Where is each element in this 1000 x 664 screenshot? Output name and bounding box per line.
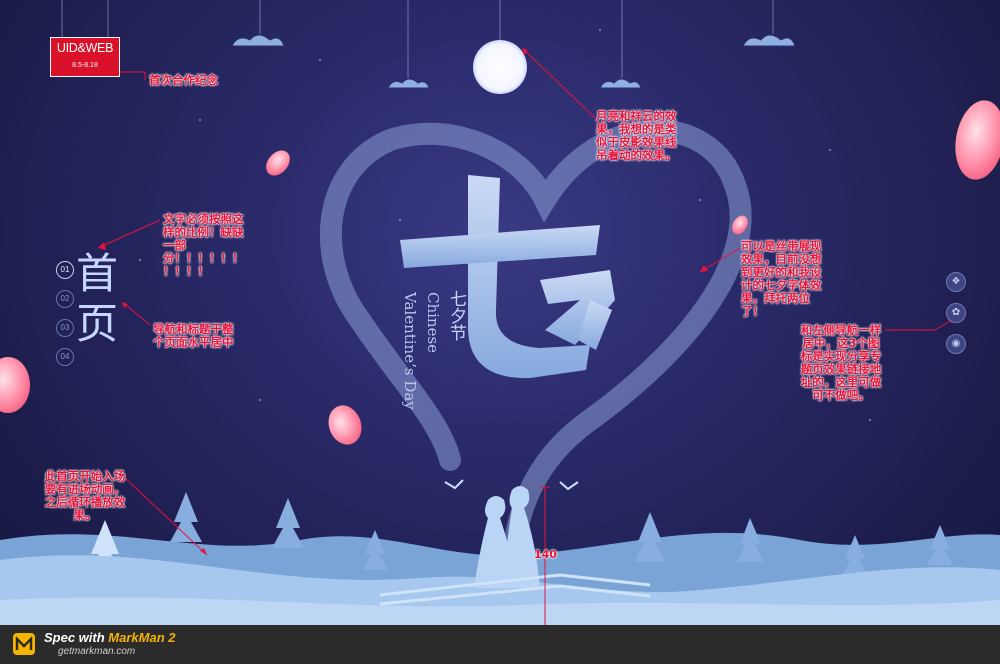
qq-share-button[interactable]: ✿ (946, 303, 966, 323)
share-annotation: 和左侧导航一样 居中，这3个图 标是实现分享专 题页效果链接地 址的，这里可做 可不做… (800, 323, 882, 402)
nav-annotation: 导航和标题于整 个页面水平居中 (153, 322, 234, 349)
markman-footer: Spec with MarkMan 2 getmarkman.com (0, 625, 1000, 664)
nav-item-02[interactable]: 02 (56, 290, 74, 308)
weibo-icon: ◉ (951, 338, 961, 349)
spec-label: Spec with MarkMan 2 (44, 630, 176, 645)
subtitle-cn: 七夕节 (446, 290, 466, 341)
wechat-share-button[interactable]: ❖ (946, 272, 966, 292)
moon-annotation: 月亮和祥云的效 果，我想的是类 似于皮影效果线 吊着动的效果。 (596, 109, 677, 162)
subtitle-en-2: Valentine’s Day (401, 292, 419, 410)
logo-annotation: 首次合作纪念 (149, 73, 218, 87)
weibo-share-button[interactable]: ◉ (946, 334, 966, 354)
markman-url: getmarkman.com (58, 646, 136, 657)
nav-item-03[interactable]: 03 (56, 319, 74, 337)
entrance-annotation: 此首页开始入场 要有进场动画， 之后循环播放效 果。 (44, 469, 126, 522)
uidweb-logo: UID&WEB 8.5-8.18 (50, 37, 120, 77)
wechat-icon: ❖ (951, 276, 961, 287)
logo-date: 8.5-8.18 (72, 62, 98, 69)
nav-item-04[interactable]: 04 (56, 348, 74, 366)
markman-logo-icon (13, 633, 35, 655)
text-ratio-annotation: 文字必须按照这 样的比例！缺缺 一部 分！！！！！！ ！！！！ (163, 212, 244, 278)
subtitle-en-1: Chinese (424, 292, 442, 354)
measure-label: 140 (534, 548, 557, 561)
calligraphy-annotation: 可以是丝带展现 效果，目前没想 到更好的和我设 计的七夕字体效 果，拜托两位 了！ (741, 239, 822, 318)
nav-item-01[interactable]: 01 (56, 261, 74, 279)
logo-brand: UID&WEB (56, 41, 114, 55)
background-illustration (0, 0, 1000, 625)
page-canvas: { "logo": { "brand": "UID&WEB", "date": … (0, 0, 1000, 664)
qq-icon: ✿ (951, 307, 961, 318)
page-title: 首页 (76, 249, 119, 348)
